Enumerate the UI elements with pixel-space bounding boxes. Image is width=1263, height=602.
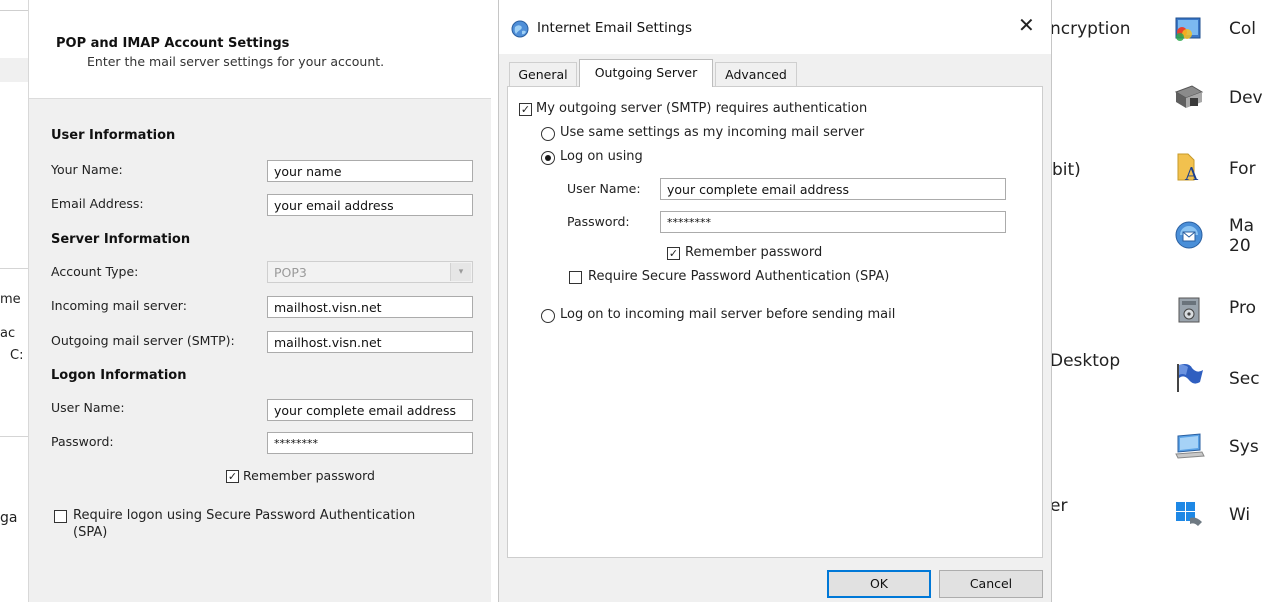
- cp-item-security[interactable]: [1172, 360, 1206, 398]
- edge-label: C:: [10, 348, 24, 363]
- cp-item-fonts[interactable]: A: [1172, 150, 1206, 188]
- pop-spa-label-cont: (SPA): [73, 525, 108, 540]
- pop-subtitle: Enter the mail server settings for your …: [87, 54, 385, 69]
- cp-item-security-label[interactable]: Sec: [1229, 369, 1260, 389]
- tab-general[interactable]: General: [509, 62, 577, 86]
- dialog-title: Internet Email Settings: [537, 20, 693, 36]
- cp-item-mail[interactable]: [1172, 218, 1206, 256]
- edge-highlight: [0, 58, 28, 82]
- ok-button[interactable]: OK: [827, 570, 931, 598]
- dlg-username-label: User Name:: [567, 181, 641, 196]
- pop-imap-settings-panel: POP and IMAP Account Settings Enter the …: [28, 0, 491, 602]
- background-text: ncryption: [1050, 19, 1131, 39]
- server-info-heading: Server Information: [51, 232, 191, 247]
- pop-password-label: Password:: [51, 434, 114, 449]
- pop-title: POP and IMAP Account Settings: [56, 36, 290, 51]
- cp-item-color-management-label[interactable]: Col: [1229, 19, 1256, 39]
- dlg-password-input[interactable]: ********: [660, 211, 1006, 233]
- same-settings-radio[interactable]: [541, 127, 555, 141]
- pop-spa-checkbox[interactable]: [54, 510, 67, 523]
- same-settings-label: Use same settings as my incoming mail se…: [560, 125, 865, 140]
- outgoing-server-input[interactable]: mailhost.visn.net: [267, 331, 473, 353]
- programs-icon: [1178, 297, 1200, 323]
- pop-password-input[interactable]: ********: [267, 432, 473, 454]
- dialog-titlebar: Internet Email Settings ✕: [499, 0, 1051, 54]
- security-maintenance-icon: [1177, 364, 1203, 392]
- cp-item-system[interactable]: [1172, 428, 1206, 466]
- windows-icon: [1176, 502, 1202, 526]
- pop-remember-password-checkbox[interactable]: ✓: [226, 470, 239, 483]
- pop-remember-password-label: Remember password: [243, 468, 375, 483]
- account-type-label: Account Type:: [51, 264, 139, 279]
- your-name-label: Your Name:: [51, 162, 123, 177]
- internet-email-settings-dialog: Internet Email Settings ✕ General Outgoi…: [498, 0, 1052, 602]
- edge-divider: [0, 10, 28, 11]
- globe-icon: [511, 20, 529, 38]
- dlg-remember-password-label: Remember password: [685, 245, 823, 260]
- background-text: bit): [1052, 160, 1081, 180]
- cp-item-device-manager-label[interactable]: Dev: [1229, 88, 1263, 108]
- log-on-incoming-label: Log on to incoming mail server before se…: [560, 307, 896, 322]
- incoming-server-input[interactable]: mailhost.visn.net: [267, 296, 473, 318]
- log-on-using-label: Log on using: [560, 149, 643, 164]
- system-icon: [1175, 433, 1205, 459]
- edge-label: ac: [0, 326, 16, 341]
- pop-username-label: User Name:: [51, 400, 125, 415]
- dlg-spa-label: Require Secure Password Authentication (…: [588, 269, 890, 284]
- account-type-value: POP3: [274, 265, 307, 280]
- edge-divider: [0, 436, 28, 437]
- logon-info-heading: Logon Information: [51, 368, 187, 383]
- cp-item-windows-label[interactable]: Wi: [1229, 505, 1250, 525]
- background-window-left: me ac C: ga: [0, 0, 28, 602]
- cp-item-device-manager[interactable]: [1172, 80, 1206, 118]
- cancel-button[interactable]: Cancel: [939, 570, 1043, 598]
- fonts-icon: A: [1177, 153, 1199, 185]
- dlg-remember-password-checkbox[interactable]: ✓: [667, 247, 680, 260]
- mail-icon: [1175, 221, 1203, 249]
- cp-item-programs[interactable]: [1172, 292, 1206, 330]
- background-text: Desktop: [1050, 351, 1121, 371]
- color-management-icon: [1175, 17, 1201, 41]
- user-info-heading: User Information: [51, 128, 176, 143]
- cp-item-windows[interactable]: [1172, 496, 1206, 534]
- cp-item-system-label[interactable]: Sys: [1229, 437, 1259, 457]
- log-on-incoming-radio[interactable]: [541, 309, 555, 323]
- dlg-username-input[interactable]: your complete email address: [660, 178, 1006, 200]
- edge-divider: [0, 268, 28, 269]
- cp-item-color-management[interactable]: [1172, 12, 1206, 50]
- account-type-select: POP3 ▾: [267, 261, 473, 283]
- svg-text:A: A: [1184, 164, 1199, 184]
- your-name-input[interactable]: your name: [267, 160, 473, 182]
- email-address-label: Email Address:: [51, 196, 144, 211]
- close-icon[interactable]: ✕: [1018, 13, 1035, 37]
- background-text: er: [1050, 496, 1068, 516]
- tab-advanced[interactable]: Advanced: [715, 62, 797, 86]
- incoming-server-label: Incoming mail server:: [51, 298, 187, 313]
- log-on-using-radio[interactable]: [541, 151, 555, 165]
- email-address-input[interactable]: your email address: [267, 194, 473, 216]
- pop-spa-label: Require logon using Secure Password Auth…: [73, 508, 416, 523]
- cp-item-fonts-label[interactable]: For: [1229, 159, 1256, 179]
- edge-label: me: [0, 292, 21, 307]
- chevron-down-icon: ▾: [450, 263, 471, 281]
- smtp-auth-checkbox[interactable]: ✓: [519, 103, 532, 116]
- pop-header: POP and IMAP Account Settings Enter the …: [29, 0, 491, 99]
- edge-label: ga: [0, 510, 18, 526]
- cp-item-mail-label-line2[interactable]: 20: [1229, 236, 1251, 256]
- dlg-password-label: Password:: [567, 214, 630, 229]
- cp-item-programs-label[interactable]: Pro: [1229, 298, 1256, 318]
- device-manager-icon: [1174, 85, 1204, 108]
- cp-item-mail-label[interactable]: Ma: [1229, 216, 1254, 236]
- outgoing-server-panel: ✓ My outgoing server (SMTP) requires aut…: [507, 86, 1043, 558]
- tab-outgoing-server[interactable]: Outgoing Server: [579, 59, 713, 87]
- outgoing-server-label: Outgoing mail server (SMTP):: [51, 333, 235, 348]
- pop-username-input[interactable]: your complete email address: [267, 399, 473, 421]
- dlg-spa-checkbox[interactable]: [569, 271, 582, 284]
- smtp-auth-label: My outgoing server (SMTP) requires authe…: [536, 101, 868, 116]
